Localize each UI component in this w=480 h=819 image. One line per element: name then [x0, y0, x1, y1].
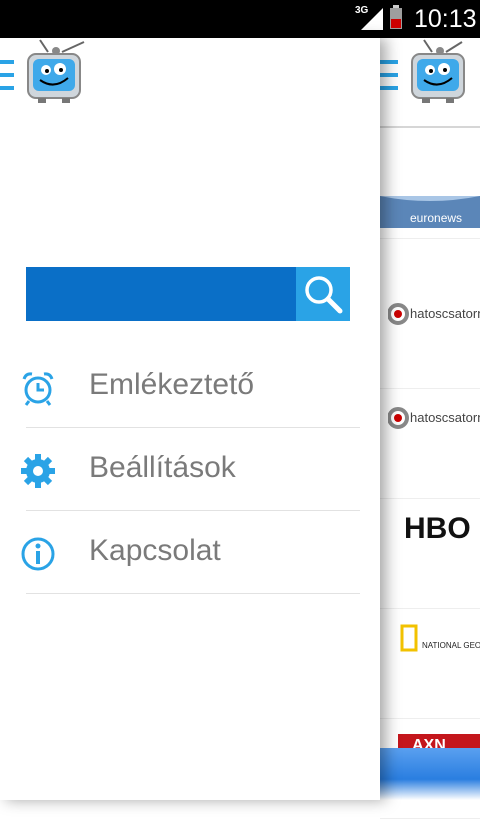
- natgeo-text: NATIONAL GEOGRAPHIC CHANNEL: [422, 641, 480, 650]
- hatoscsatorna-logo: hatoscsatorna: [388, 303, 480, 325]
- channel-item[interactable]: hatoscsatorna: [380, 288, 480, 389]
- menu-item-reminder[interactable]: Emlékeztető: [0, 346, 380, 428]
- euronews-text: euronews: [410, 211, 462, 225]
- menu-item-contact[interactable]: Kapcsolat: [0, 512, 380, 594]
- hbo-text: HBO: [404, 512, 471, 545]
- hatoscsatorna-text: hatoscsatorna: [410, 306, 480, 321]
- tv-mascot-logo[interactable]: [26, 38, 86, 104]
- channel-list-screen: euronews hatoscsatorna hatoscsatorna HBO…: [380, 38, 480, 819]
- clock: 10:13: [414, 5, 477, 33]
- channel-item[interactable]: euronews: [380, 188, 480, 239]
- menu-icon[interactable]: [380, 60, 400, 92]
- hatoscsatorna-text: hatoscsatorna: [410, 410, 480, 425]
- euronews-logo: euronews: [380, 196, 480, 228]
- search-bar: [26, 267, 350, 321]
- bottom-bar: [380, 748, 480, 800]
- menu-item-label: Beállítások: [89, 451, 236, 484]
- channel-item[interactable]: HBO: [380, 508, 480, 609]
- channel-item[interactable]: NATIONAL GEOGRAPHIC CHANNEL: [380, 618, 480, 719]
- status-bar: 3G 10:13: [0, 0, 480, 38]
- hbo-logo: HBO: [404, 512, 471, 545]
- menu-divider: [26, 427, 360, 428]
- menu-divider: [26, 593, 360, 594]
- alarm-clock-icon: [22, 372, 54, 406]
- tv-mascot-logo: [411, 39, 465, 103]
- gear-icon: [21, 454, 55, 488]
- menu-item-label: Emlékeztető: [89, 368, 255, 401]
- menu-item-label: Kapcsolat: [89, 534, 221, 567]
- battery-icon: [390, 5, 402, 29]
- navigation-drawer: Emlékeztető Beállítások Kapcsolat: [0, 38, 380, 800]
- search-icon: [305, 276, 343, 314]
- search-input[interactable]: [26, 267, 296, 321]
- hatoscsatorna-logo: hatoscsatorna: [388, 407, 480, 429]
- menu-icon[interactable]: [0, 60, 14, 92]
- search-button[interactable]: [296, 267, 350, 321]
- signal-icon: [361, 8, 383, 30]
- menu-item-settings[interactable]: Beállítások: [0, 429, 380, 511]
- natgeo-logo: NATIONAL GEOGRAPHIC CHANNEL: [400, 624, 480, 652]
- menu-divider: [26, 510, 360, 511]
- channel-item[interactable]: hatoscsatorna: [380, 398, 480, 499]
- header-divider: [380, 126, 480, 128]
- info-icon: [21, 537, 55, 571]
